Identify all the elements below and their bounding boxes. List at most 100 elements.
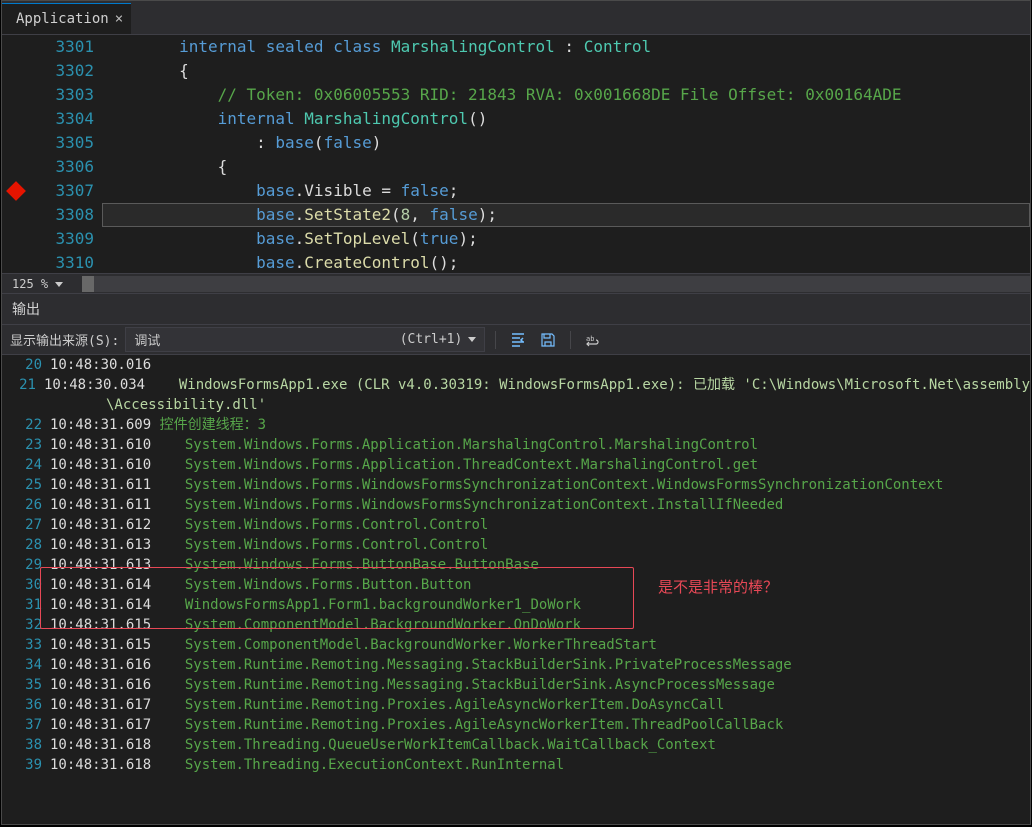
h-scroll-thumb[interactable]	[82, 276, 94, 292]
code-line[interactable]: {	[102, 59, 1030, 83]
output-body[interactable]: 是不是非常的棒？ 2010:48:30.0162110:48:30.034 Wi…	[2, 355, 1030, 824]
output-line: 3310:48:31.615 System.ComponentModel.Bac…	[2, 635, 1030, 655]
output-line: 2810:48:31.613 System.Windows.Forms.Cont…	[2, 535, 1030, 555]
output-line-number: 30	[2, 575, 50, 595]
output-line-number: 35	[2, 675, 50, 695]
line-number: 3304	[30, 107, 94, 131]
output-line-number: 36	[2, 695, 50, 715]
output-line-text: 10:48:31.610 System.Windows.Forms.Applic…	[50, 435, 1030, 455]
output-line-text: 10:48:31.613 System.Windows.Forms.Contro…	[50, 535, 1030, 555]
output-line-number: 20	[2, 355, 50, 375]
output-line: 2410:48:31.610 System.Windows.Forms.Appl…	[2, 455, 1030, 475]
line-number: 3305	[30, 131, 94, 155]
annotation-text: 是不是非常的棒？	[658, 577, 778, 597]
output-line-text: 10:48:31.614 WindowsFormsApp1.Form1.back…	[50, 595, 1030, 615]
output-line-number: 25	[2, 475, 50, 495]
output-line-text: 10:48:31.615 System.ComponentModel.Backg…	[50, 615, 1030, 635]
output-line-text: 10:48:31.612 System.Windows.Forms.Contro…	[50, 515, 1030, 535]
zoom-combo[interactable]: 125 %	[2, 277, 82, 291]
code-line[interactable]: base.CreateControl();	[102, 251, 1030, 273]
output-line-number: 22	[2, 415, 50, 435]
breakpoint-icon[interactable]	[6, 181, 26, 201]
output-line-number: 34	[2, 655, 50, 675]
output-line-text: 10:48:31.611 System.Windows.Forms.Window…	[50, 495, 1030, 515]
line-number: 3307	[30, 179, 94, 203]
output-line-number: 32	[2, 615, 50, 635]
save-icon[interactable]	[536, 328, 560, 352]
output-line: 2610:48:31.611 System.Windows.Forms.Wind…	[2, 495, 1030, 515]
tab-label: Application	[16, 11, 109, 27]
editor: 3301330233033304330533063307330833093310…	[2, 35, 1030, 293]
tab-application[interactable]: Application ×	[2, 3, 131, 34]
tab-bar: Application ×	[2, 1, 1030, 35]
breakpoint-gutter[interactable]	[2, 35, 30, 273]
line-number: 3302	[30, 59, 94, 83]
line-number: 3301	[30, 35, 94, 59]
output-line-number: 23	[2, 435, 50, 455]
output-line-number: 21	[2, 375, 44, 395]
code-line[interactable]: base.Visible = false;	[102, 179, 1030, 203]
code-line[interactable]: // Token: 0x06005553 RID: 21843 RVA: 0x0…	[102, 83, 1030, 107]
output-line-number: 27	[2, 515, 50, 535]
code-line[interactable]: internal sealed class MarshalingControl …	[102, 35, 1030, 59]
output-line-number: 28	[2, 535, 50, 555]
code-content[interactable]: internal sealed class MarshalingControl …	[102, 35, 1030, 273]
output-line: 3810:48:31.618 System.Threading.QueueUse…	[2, 735, 1030, 755]
output-line: 3110:48:31.614 WindowsFormsApp1.Form1.ba…	[2, 595, 1030, 615]
output-line-number: 38	[2, 735, 50, 755]
output-src-label: 显示输出来源(S):	[10, 330, 119, 349]
output-line: 3010:48:31.614 System.Windows.Forms.Butt…	[2, 575, 1030, 595]
line-number: 3303	[30, 83, 94, 107]
chevron-down-icon	[55, 282, 63, 287]
code-line[interactable]: internal MarshalingControl()	[102, 107, 1030, 131]
separator	[570, 331, 571, 349]
output-line-text: 10:48:31.614 System.Windows.Forms.Button…	[50, 575, 1030, 595]
output-line-text: 10:48:31.610 System.Windows.Forms.Applic…	[50, 455, 1030, 475]
chevron-down-icon	[468, 337, 476, 342]
output-line: 2710:48:31.612 System.Windows.Forms.Cont…	[2, 515, 1030, 535]
output-line: 3610:48:31.617 System.Runtime.Remoting.P…	[2, 695, 1030, 715]
line-number: 3306	[30, 155, 94, 179]
code-line[interactable]: base.SetState2(8, false);	[102, 203, 1030, 227]
output-line-number: 29	[2, 555, 50, 575]
code-line[interactable]: {	[102, 155, 1030, 179]
output-line: 2210:48:31.609 控件创建线程：3	[2, 415, 1030, 435]
output-line: 2110:48:30.034 WindowsFormsApp1.exe (CLR…	[2, 375, 1030, 395]
output-line: 3210:48:31.615 System.ComponentModel.Bac…	[2, 615, 1030, 635]
output-line-number: 33	[2, 635, 50, 655]
close-icon[interactable]: ×	[115, 11, 123, 27]
svg-text:ab: ab	[586, 335, 594, 343]
zoom-bar: 125 %	[2, 273, 1030, 293]
output-line: 2510:48:31.611 System.Windows.Forms.Wind…	[2, 475, 1030, 495]
code-line[interactable]: : base(false)	[102, 131, 1030, 155]
output-line: 3910:48:31.618 System.Threading.Executio…	[2, 755, 1030, 775]
output-panel-title: 输出	[2, 293, 1030, 325]
output-line-text: \Accessibility.dll'	[50, 395, 1030, 415]
output-line: 2010:48:30.016	[2, 355, 1030, 375]
output-hint: (Ctrl+1)	[400, 332, 463, 347]
output-line-text: 10:48:30.034 WindowsFormsApp1.exe (CLR v…	[44, 375, 1030, 395]
output-src-value: 调试	[134, 330, 160, 349]
output-line-text: 10:48:31.609 控件创建线程：3	[50, 415, 1030, 435]
wrap-icon[interactable]: ab	[581, 328, 605, 352]
output-line-text: 10:48:31.613 System.Windows.Forms.Button…	[50, 555, 1030, 575]
output-line-text: 10:48:31.617 System.Runtime.Remoting.Pro…	[50, 715, 1030, 735]
line-number: 3309	[30, 227, 94, 251]
output-line-text: 10:48:31.618 System.Threading.ExecutionC…	[50, 755, 1030, 775]
line-number: 3308	[30, 203, 94, 227]
output-line-text: 10:48:31.611 System.Windows.Forms.Window…	[50, 475, 1030, 495]
code-line[interactable]: base.SetTopLevel(true);	[102, 227, 1030, 251]
clear-indent-icon[interactable]	[506, 328, 530, 352]
output-line-text: 10:48:31.615 System.ComponentModel.Backg…	[50, 635, 1030, 655]
output-line-text: 10:48:31.616 System.Runtime.Remoting.Mes…	[50, 675, 1030, 695]
output-line-number: 31	[2, 595, 50, 615]
output-src-combo[interactable]: 调试 (Ctrl+1)	[125, 327, 485, 352]
output-line-text: 10:48:31.618 System.Threading.QueueUserW…	[50, 735, 1030, 755]
output-line-number: 26	[2, 495, 50, 515]
line-numbers: 3301330233033304330533063307330833093310	[30, 35, 102, 273]
output-line: 3710:48:31.617 System.Runtime.Remoting.P…	[2, 715, 1030, 735]
h-scrollbar[interactable]	[82, 276, 1030, 292]
output-line-text: 10:48:31.617 System.Runtime.Remoting.Pro…	[50, 695, 1030, 715]
output-line-text: 10:48:30.016	[50, 355, 1030, 375]
output-line: 2910:48:31.613 System.Windows.Forms.Butt…	[2, 555, 1030, 575]
